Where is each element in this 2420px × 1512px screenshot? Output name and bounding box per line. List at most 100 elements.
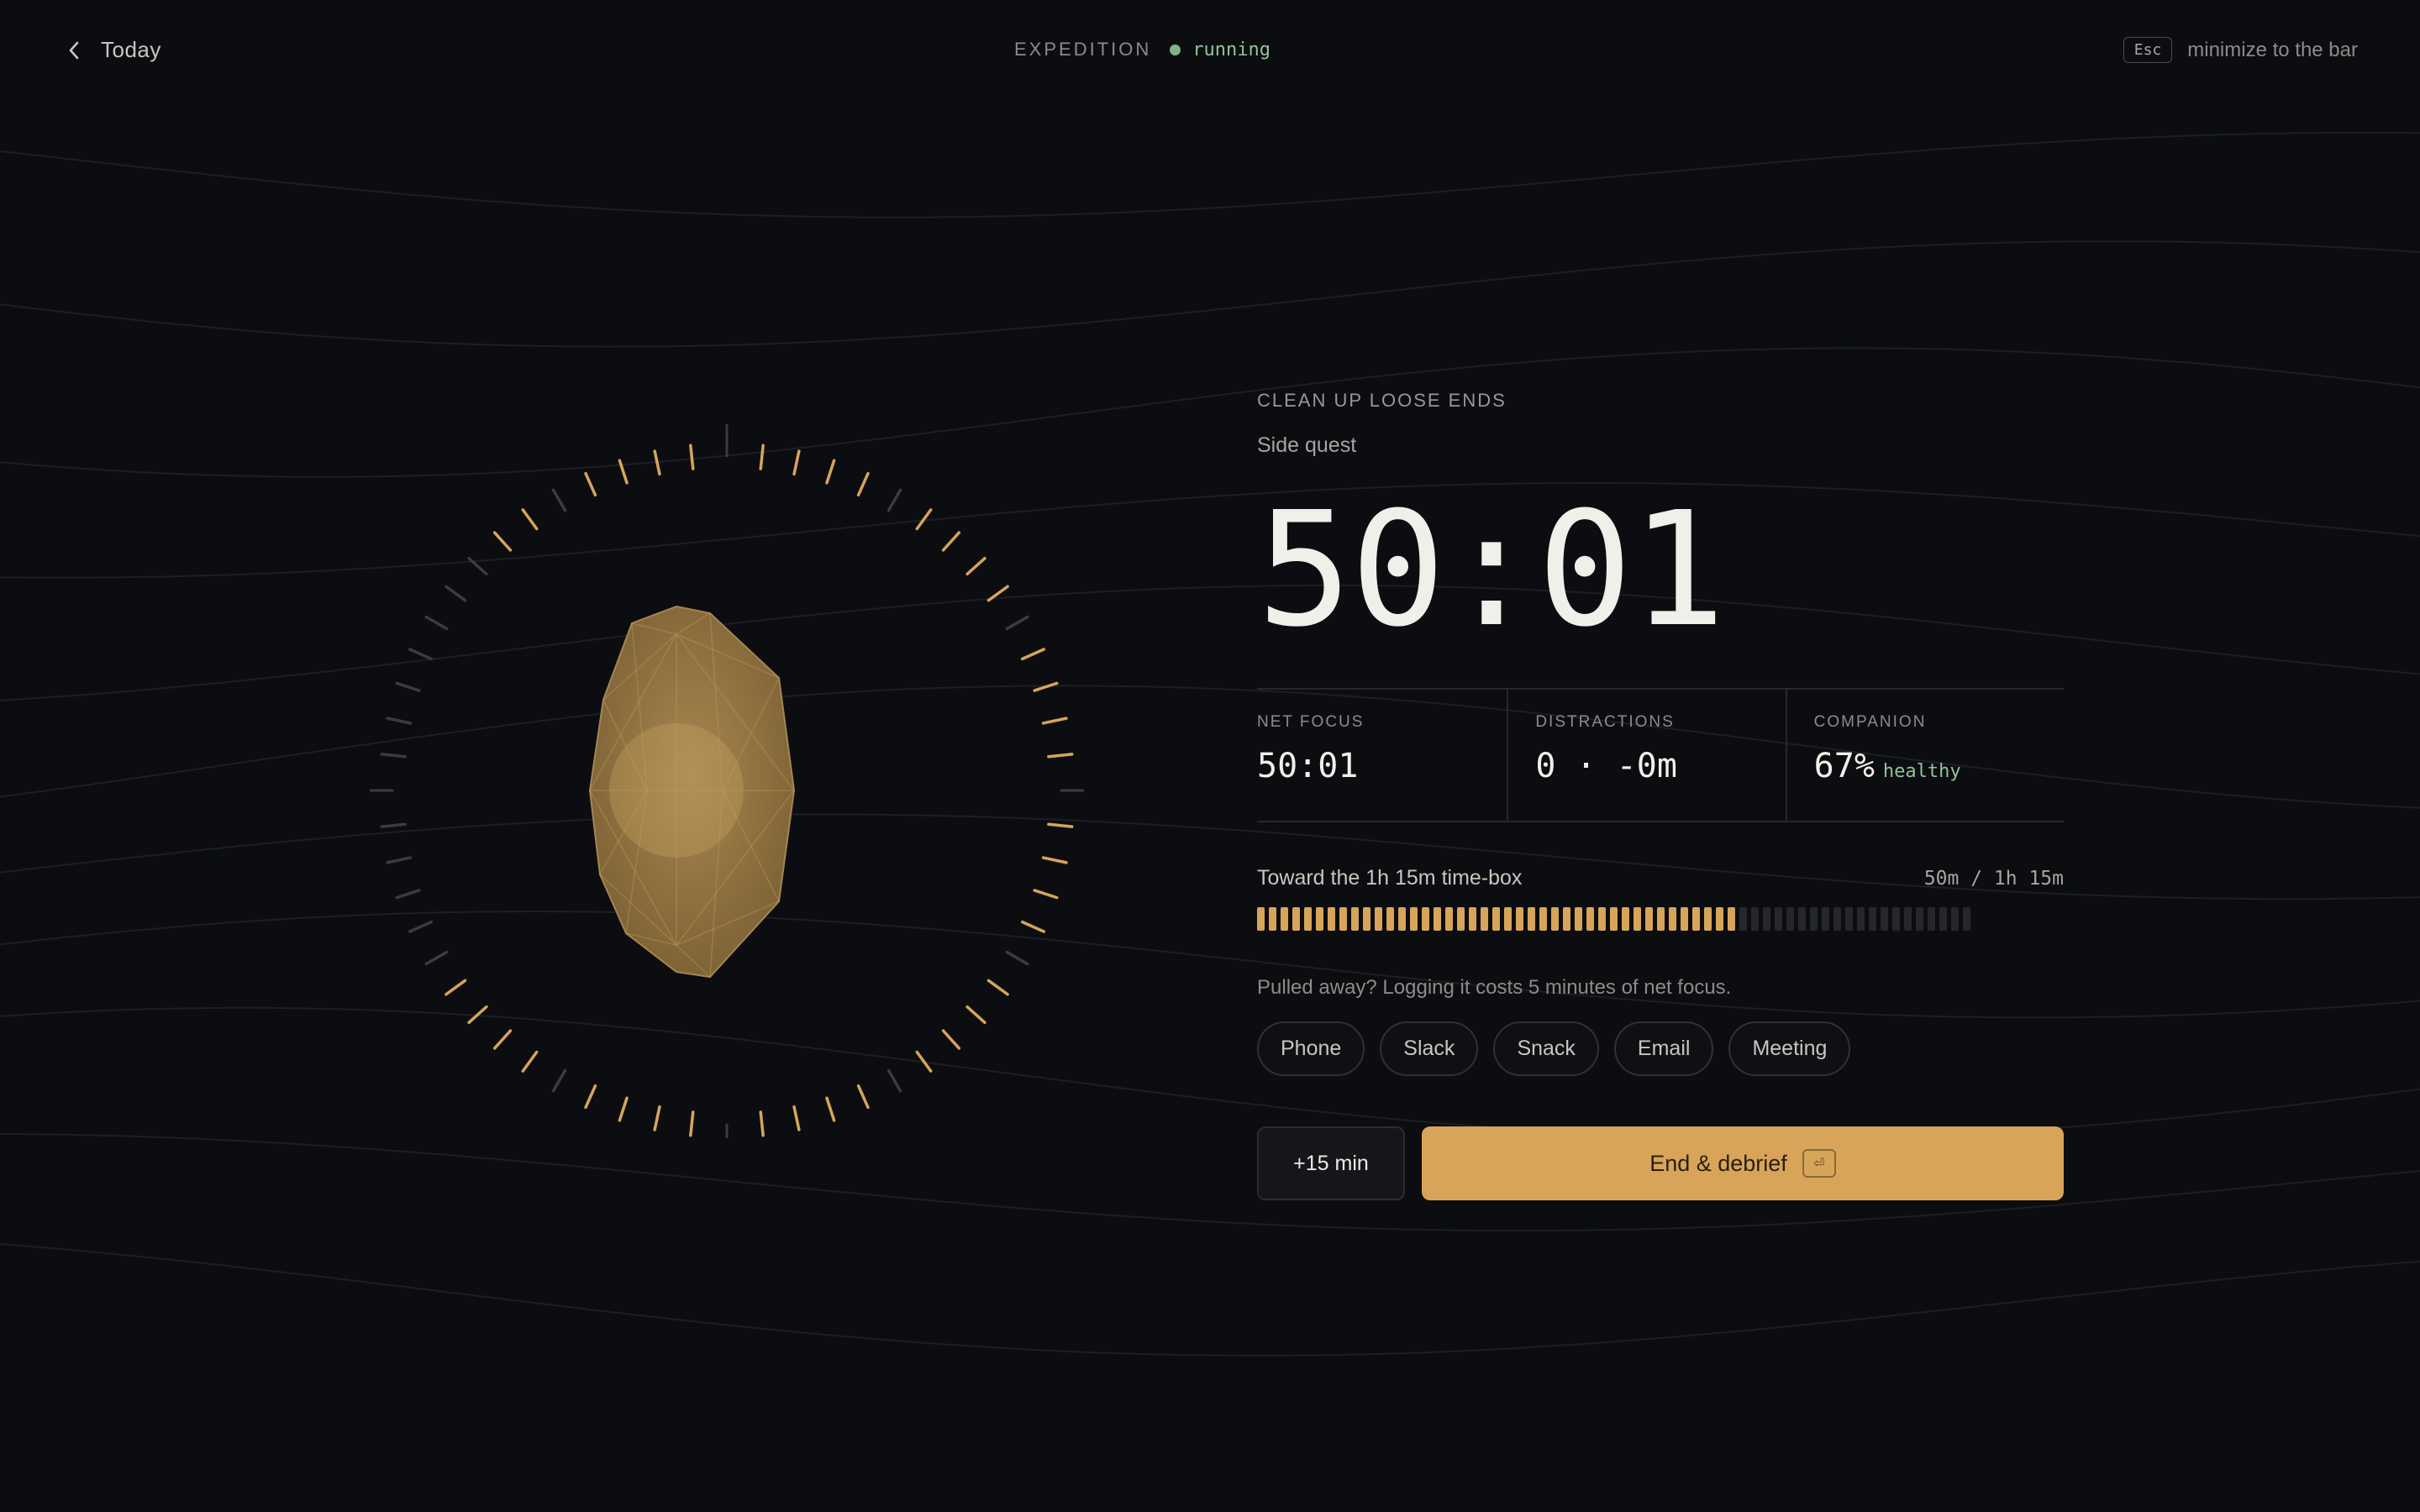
progress-segment bbox=[1881, 907, 1888, 931]
progress-segment bbox=[1739, 907, 1747, 931]
companion-status: healthy bbox=[1882, 761, 1961, 782]
ring-tick bbox=[492, 1029, 513, 1050]
progress-segment bbox=[1610, 907, 1618, 931]
progress-segment bbox=[1398, 907, 1406, 931]
ring-tick bbox=[941, 531, 961, 552]
end-debrief-label: End & debrief bbox=[1649, 1150, 1787, 1176]
ring-tick bbox=[467, 556, 488, 576]
quest-title: CLEAN UP LOOSE ENDS bbox=[1257, 390, 1507, 411]
chip-meeting[interactable]: Meeting bbox=[1728, 1021, 1851, 1076]
chip-slack[interactable]: Slack bbox=[1380, 1021, 1479, 1076]
ring-tick bbox=[380, 822, 407, 828]
status-label: EXPEDITION bbox=[1014, 39, 1152, 60]
ring-tick bbox=[584, 471, 597, 497]
progress-segment bbox=[1634, 907, 1641, 931]
ring-tick bbox=[521, 1050, 539, 1073]
stat-value: 0 · -0m bbox=[1535, 747, 1677, 785]
progress-segment bbox=[1939, 907, 1947, 931]
progress-segment bbox=[1951, 907, 1959, 931]
companion-orb bbox=[370, 424, 1084, 1138]
ring-tick bbox=[618, 1096, 629, 1122]
ring-tick bbox=[492, 531, 513, 552]
ring-tick bbox=[386, 717, 413, 725]
stat-value: 50:01 bbox=[1257, 747, 1359, 785]
progress-segment bbox=[1304, 907, 1312, 931]
ring-tick bbox=[408, 648, 434, 661]
progress-segment bbox=[1598, 907, 1606, 931]
progress-segment bbox=[1775, 907, 1782, 931]
expedition-panel: CLEAN UP LOOSE ENDS Side quest 50:01 NET… bbox=[1257, 390, 2064, 1200]
progress-segment bbox=[1269, 907, 1276, 931]
ring-tick bbox=[584, 1084, 597, 1110]
progress-segment bbox=[1316, 907, 1323, 931]
progress-segment bbox=[1833, 907, 1841, 931]
progress-segment bbox=[1657, 907, 1665, 931]
stat-distractions: DISTRACTIONS 0 · -0m bbox=[1507, 690, 1785, 821]
progress-segment bbox=[1575, 907, 1582, 931]
chip-email[interactable]: Email bbox=[1613, 1021, 1714, 1076]
stat-label: DISTRACTIONS bbox=[1535, 713, 1675, 731]
ring-tick bbox=[1033, 681, 1059, 692]
progress-segment bbox=[1551, 907, 1559, 931]
ring-tick bbox=[856, 1084, 870, 1110]
chip-snack[interactable]: Snack bbox=[1493, 1021, 1599, 1076]
ring-tick bbox=[380, 753, 407, 759]
ring-tick bbox=[408, 920, 434, 933]
progress-segment bbox=[1539, 907, 1547, 931]
back-button[interactable]: Today bbox=[66, 37, 161, 63]
progress-segment bbox=[1339, 907, 1347, 931]
minimize-control[interactable]: Esc minimize to the bar bbox=[2123, 37, 2358, 63]
stat-label: NET FOCUS bbox=[1257, 713, 1365, 731]
progress-segment bbox=[1457, 907, 1465, 931]
ring-tick bbox=[386, 856, 413, 864]
progress-segment bbox=[1904, 907, 1912, 931]
progress-segment bbox=[1963, 907, 1970, 931]
timebox-progress-bar bbox=[1257, 907, 2064, 931]
ring-tick bbox=[941, 1029, 961, 1050]
ring-tick bbox=[792, 449, 801, 476]
ring-tick bbox=[1041, 717, 1068, 725]
esc-key-badge: Esc bbox=[2123, 37, 2173, 63]
back-label: Today bbox=[101, 37, 161, 62]
ring-tick bbox=[689, 444, 695, 470]
chip-phone[interactable]: Phone bbox=[1257, 1021, 1365, 1076]
ring-tick bbox=[551, 1068, 567, 1093]
progress-segment bbox=[1504, 907, 1512, 931]
extend-15-min-button[interactable]: +15 min bbox=[1257, 1126, 1405, 1200]
ring-tick bbox=[759, 1110, 765, 1137]
progress-segment bbox=[1516, 907, 1523, 931]
quest-type: Side quest bbox=[1257, 433, 1357, 457]
end-debrief-button[interactable]: End & debrief ⏎ bbox=[1422, 1126, 2064, 1200]
stat-companion: COMPANION 67% healthy bbox=[1785, 690, 2064, 821]
progress-segment bbox=[1704, 907, 1712, 931]
companion-percent: 67% bbox=[1813, 747, 1875, 785]
ring-tick bbox=[424, 950, 449, 966]
status-dot-icon bbox=[1170, 44, 1181, 55]
progress-segment bbox=[1563, 907, 1570, 931]
ring-tick bbox=[1047, 753, 1074, 759]
progress-segment bbox=[1292, 907, 1300, 931]
background-wave-line bbox=[0, 131, 2420, 218]
stat-label: COMPANION bbox=[1813, 713, 1927, 731]
background-wave-line bbox=[0, 1242, 2420, 1357]
ring-tick bbox=[395, 681, 421, 692]
progress-segment bbox=[1786, 907, 1794, 931]
progress-segment bbox=[1857, 907, 1865, 931]
ring-tick bbox=[395, 889, 421, 900]
ring-tick bbox=[467, 1005, 488, 1025]
stat-value: 67% healthy bbox=[1814, 747, 2064, 785]
action-row: +15 min End & debrief ⏎ bbox=[1257, 1126, 2064, 1200]
progress-segment bbox=[1669, 907, 1676, 931]
ring-tick bbox=[825, 459, 836, 485]
progress-segment bbox=[1351, 907, 1359, 931]
progress-count: 50m / 1h 15m bbox=[1923, 868, 2064, 890]
ring-tick bbox=[521, 508, 539, 531]
progress-header: Toward the 1h 15m time-box 50m / 1h 15m bbox=[1257, 866, 2064, 890]
progress-segment bbox=[1422, 907, 1429, 931]
ring-tick bbox=[915, 1050, 933, 1073]
ring-tick bbox=[1020, 648, 1046, 661]
ring-tick bbox=[424, 615, 449, 631]
progress-segment bbox=[1716, 907, 1723, 931]
progress-segment bbox=[1892, 907, 1900, 931]
distraction-hint: Pulled away? Logging it costs 5 minutes … bbox=[1257, 976, 1732, 999]
